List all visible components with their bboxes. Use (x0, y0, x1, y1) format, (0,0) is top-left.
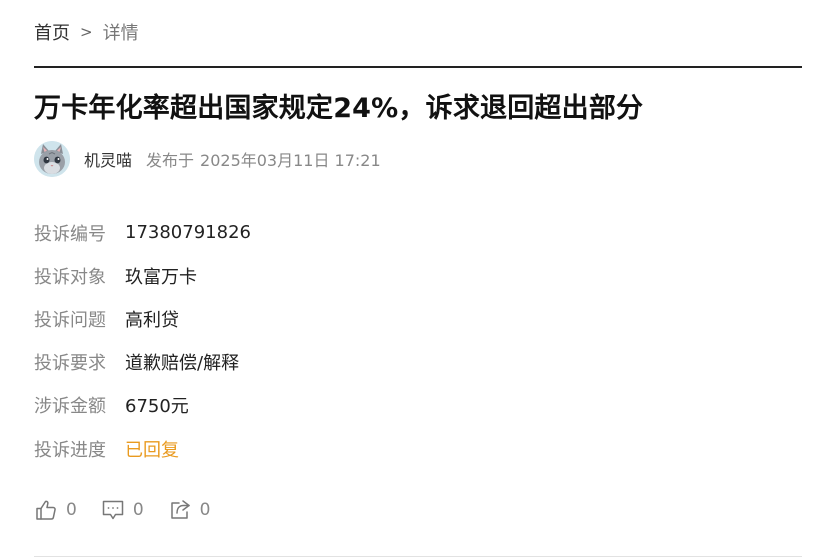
author-info: 机灵喵 发布于 2025年03月11日 17:21 (34, 140, 381, 178)
thumbs-up-icon (34, 498, 58, 522)
complaint-details: 投诉编号 17380791826 投诉对象 玖富万卡 投诉问题 高利贷 投诉要求… (34, 211, 251, 470)
field-row-amount: 涉诉金额 6750元 (34, 384, 251, 427)
like-count: 0 (66, 500, 77, 520)
field-value: 道歉赔偿/解释 (125, 353, 240, 375)
breadcrumb-current: 详情 (102, 23, 139, 44)
breadcrumb: 首页 > 详情 (34, 19, 139, 45)
field-value[interactable]: 玖富万卡 (125, 263, 197, 289)
action-bar: 0 0 0 (34, 498, 234, 522)
field-label: 涉诉金额 (34, 396, 106, 418)
bottom-divider (34, 556, 802, 557)
field-label: 投诉进度 (34, 439, 106, 461)
share-count: 0 (199, 500, 211, 520)
page-title: 万卡年化率超出国家规定24%，诉求退回超出部分 (34, 93, 644, 124)
field-row-complaint-number: 投诉编号 17380791826 (34, 211, 251, 254)
share-button[interactable]: 0 (168, 498, 211, 522)
like-button[interactable]: 0 (34, 498, 77, 522)
comment-count: 0 (132, 500, 144, 520)
status-badge: 已回复 (125, 439, 179, 461)
comment-button[interactable]: 0 (101, 498, 144, 522)
field-row-complaint-issue: 投诉问题 高利贷 (34, 297, 251, 340)
author-name[interactable]: 机灵喵 (84, 147, 132, 171)
breadcrumb-separator: > (80, 23, 93, 41)
publish-time: 2025年03月11日 17:21 (200, 151, 381, 170)
share-icon (168, 498, 192, 522)
cat-avatar-icon[interactable] (34, 141, 70, 177)
publish-label: 发布于 (146, 151, 195, 170)
field-row-complaint-target: 投诉对象 玖富万卡 (34, 254, 251, 297)
breadcrumb-home-link[interactable]: 首页 (34, 19, 70, 45)
field-label: 投诉对象 (34, 266, 106, 288)
field-row-complaint-request: 投诉要求 道歉赔偿/解释 (34, 341, 251, 384)
field-label: 投诉要求 (34, 353, 106, 375)
field-value: 高利贷 (125, 309, 179, 331)
field-value: 6750元 (125, 396, 189, 418)
field-value: 17380791826 (125, 222, 251, 244)
title-divider (34, 66, 802, 68)
field-row-progress: 投诉进度 已回复 (34, 427, 251, 470)
field-label: 投诉问题 (34, 309, 106, 331)
comment-icon (101, 498, 125, 522)
field-label: 投诉编号 (34, 223, 106, 245)
